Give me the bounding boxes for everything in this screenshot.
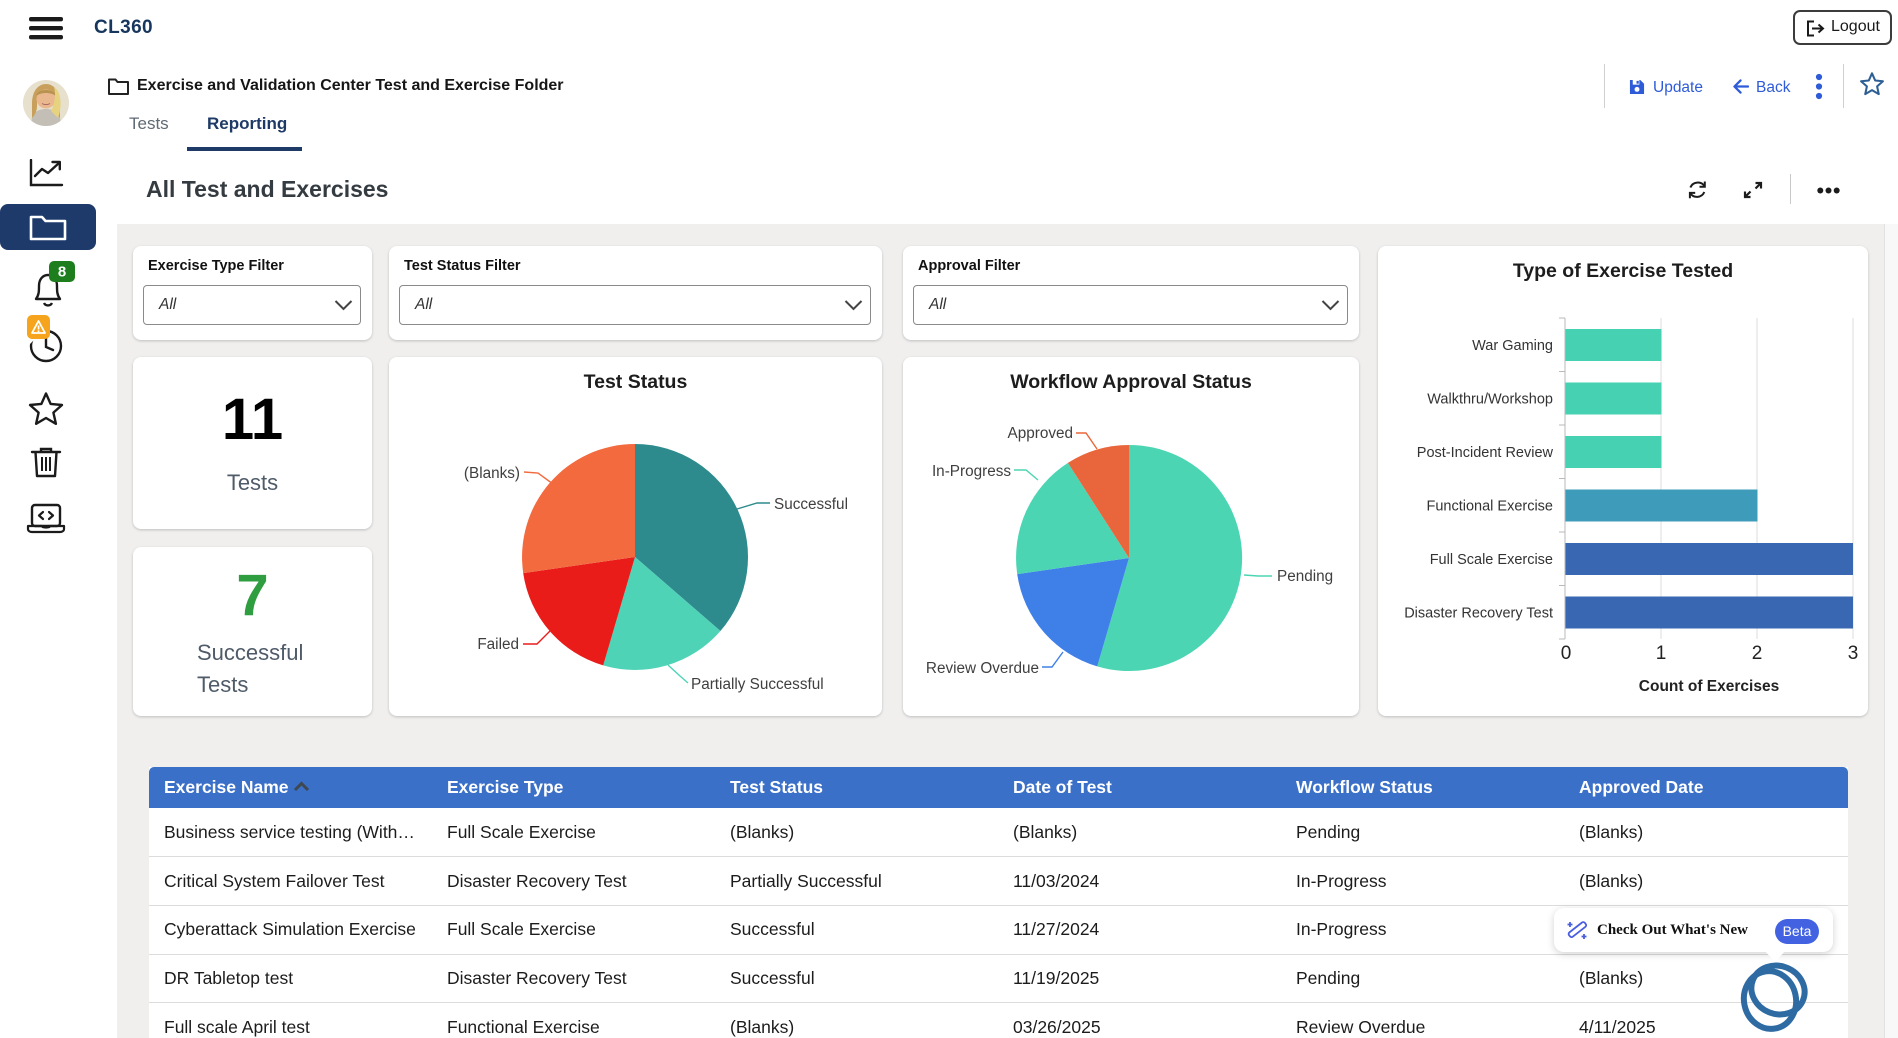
svg-text:Partially Successful: Partially Successful [691,676,824,693]
svg-text:1: 1 [1656,643,1667,664]
svg-text:8: 8 [58,264,66,281]
svg-text:2: 2 [1752,643,1763,664]
svg-text:Functional Exercise: Functional Exercise [1426,499,1553,515]
svg-text:Walkthru/Workshop: Walkthru/Workshop [1427,392,1553,408]
svg-text:Count of Exercises: Count of Exercises [1639,678,1779,695]
svg-text:Failed: Failed [477,636,519,653]
svg-text:Approved: Approved [1008,425,1073,442]
svg-text:Post-Incident Review: Post-Incident Review [1417,445,1554,461]
svg-text:Disaster Recovery Test: Disaster Recovery Test [1404,606,1553,622]
svg-text:War Gaming: War Gaming [1472,338,1553,354]
svg-text:In-Progress: In-Progress [932,463,1011,480]
svg-text:3: 3 [1848,643,1859,664]
svg-text:Full Scale Exercise: Full Scale Exercise [1430,552,1553,568]
svg-text:(Blanks): (Blanks) [464,465,520,482]
svg-text:Successful: Successful [774,496,848,513]
svg-text:Pending: Pending [1277,568,1333,585]
svg-text:0: 0 [1561,643,1572,664]
svg-text:Review Overdue: Review Overdue [926,660,1039,677]
